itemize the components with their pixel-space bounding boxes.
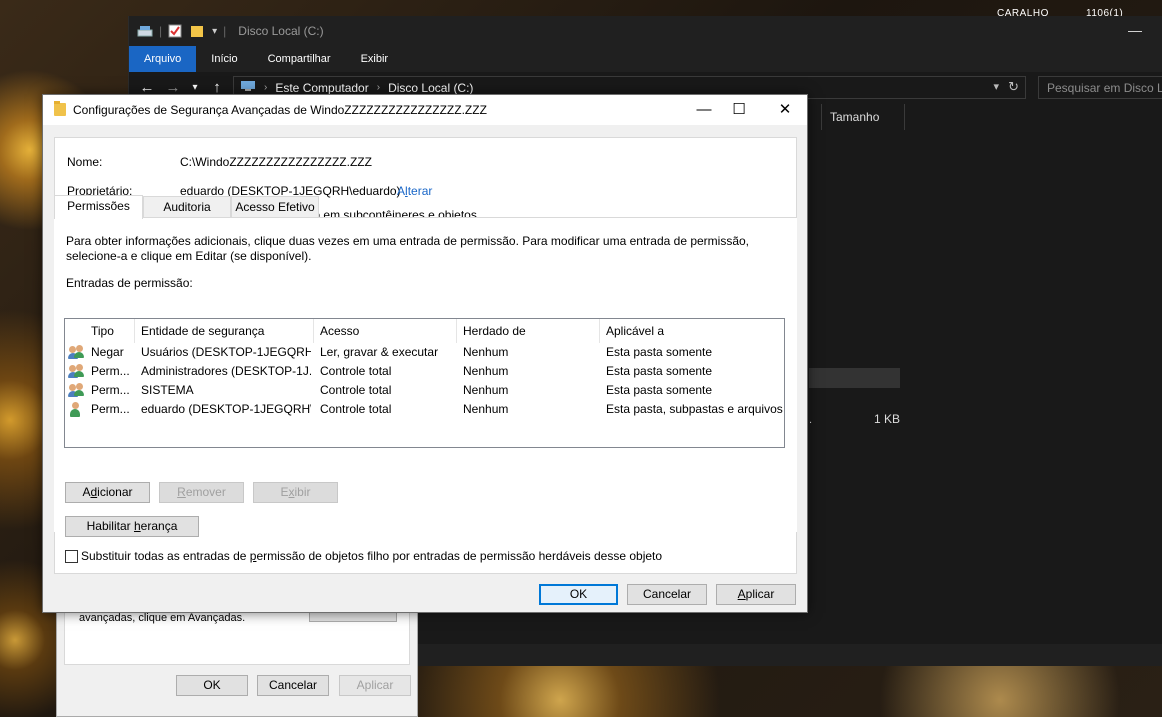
entry-inherited: Nenhum	[463, 402, 509, 416]
entry-access: Controle total	[320, 383, 392, 397]
group-icon	[68, 345, 84, 360]
chevron-down-icon[interactable]: ▾	[993, 80, 999, 93]
properties-apply-button: Aplicar	[339, 675, 411, 696]
tab-auditoria[interactable]: Auditoria	[143, 196, 231, 218]
folder-icon	[54, 101, 66, 116]
column-header-tipo[interactable]: Tipo	[85, 319, 135, 343]
entry-access: Controle total	[320, 402, 392, 416]
entry-access: Ler, gravar & executar	[320, 345, 439, 359]
user-icon	[68, 402, 84, 417]
column-header-aplicavel[interactable]: Aplicável a	[600, 319, 784, 343]
name-label: Nome:	[67, 155, 103, 169]
enable-inheritance-button[interactable]: Habilitar herança	[65, 516, 199, 537]
entry-type: Perm...	[91, 364, 130, 378]
permission-entries-label: Entradas de permissão:	[66, 276, 193, 290]
entry-type: Perm...	[91, 383, 130, 397]
entry-inherited: Nenhum	[463, 383, 509, 397]
close-icon[interactable]: ✕	[775, 100, 795, 120]
table-row[interactable]: Perm... eduardo (DESKTOP-1JEGQRH\... Con…	[65, 400, 784, 419]
dialog-titlebar: Configurações de Segurança Avançadas de …	[43, 95, 807, 125]
view-button: Exibir	[253, 482, 338, 503]
cancel-button[interactable]: Cancelar	[627, 584, 707, 605]
chevron-down-icon[interactable]: ▾	[212, 26, 217, 37]
advanced-security-dialog: Configurações de Segurança Avançadas de …	[42, 94, 808, 613]
group-icon	[68, 383, 84, 398]
ribbon-tab-arquivo[interactable]: Arquivo	[129, 46, 197, 72]
properties-icon[interactable]	[168, 24, 184, 38]
dialog-title: Configurações de Segurança Avançadas de …	[73, 103, 487, 117]
properties-help-text: avançadas, clique em Avançadas.	[79, 612, 246, 624]
entry-principal: Usuários (DESKTOP-1JEGQRH...	[141, 345, 311, 359]
forward-arrow-icon[interactable]: →	[165, 79, 181, 96]
column-header-herdado[interactable]: Herdado de	[457, 319, 600, 343]
ribbon-tab-compartilhar[interactable]: Compartilhar	[253, 46, 346, 72]
file-row-selected[interactable]	[809, 368, 900, 388]
add-button[interactable]: Adicionar	[65, 482, 150, 503]
search-input[interactable]: Pesquisar em Disco Lo	[1038, 76, 1162, 99]
entry-principal: SISTEMA	[141, 383, 194, 397]
entry-principal: Administradores (DESKTOP-1J...	[141, 364, 311, 378]
explorer-title: Disco Local (C:)	[238, 24, 324, 38]
explorer-titlebar: | ▾ | Disco Local (C:)	[129, 16, 1162, 46]
up-arrow-icon[interactable]: ↑	[209, 79, 225, 96]
entry-type: Perm...	[91, 402, 130, 416]
entry-applies: Esta pasta, subpastas e arquivos	[606, 402, 783, 416]
column-header-acesso[interactable]: Acesso	[314, 319, 457, 343]
tab-permissoes[interactable]: Permissões	[54, 195, 143, 219]
permission-entries-list[interactable]: Tipo Entidade de segurança Acesso Herdad…	[64, 318, 785, 448]
replace-children-label[interactable]: Substituir todas as entradas de permissã…	[81, 549, 662, 563]
entry-inherited: Nenhum	[463, 345, 509, 359]
recent-locations-chevron-icon[interactable]: ▾	[191, 82, 199, 93]
ribbon-tab-inicio[interactable]: Início	[196, 46, 252, 72]
info-text-line2: selecione-a e clique em Editar (se dispo…	[66, 249, 312, 263]
tab-acesso-efetivo[interactable]: Acesso Efetivo	[231, 196, 319, 218]
ribbon-tab-exibir[interactable]: Exibir	[346, 46, 404, 72]
breadcrumb-separator-icon: ›	[376, 82, 381, 93]
group-icon	[68, 364, 84, 379]
maximize-icon[interactable]: ☐	[729, 100, 749, 120]
entry-principal: eduardo (DESKTOP-1JEGQRH\...	[141, 402, 311, 416]
permissions-tab-panel: Para obter informações adicionais, cliqu…	[54, 217, 797, 537]
refresh-icon[interactable]: ↻	[1008, 79, 1019, 95]
computer-icon	[240, 80, 256, 95]
column-header-entidade[interactable]: Entidade de segurança	[135, 319, 314, 343]
table-row[interactable]: Negar Usuários (DESKTOP-1JEGQRH... Ler, …	[65, 343, 784, 362]
table-row[interactable]: Perm... Administradores (DESKTOP-1J... C…	[65, 362, 784, 381]
column-header-size[interactable]: Tamanho	[821, 104, 905, 130]
entry-applies: Esta pasta somente	[606, 345, 713, 359]
ok-button[interactable]: OK	[539, 584, 618, 605]
entry-applies: Esta pasta somente	[606, 364, 713, 378]
entry-inherited: Nenhum	[463, 364, 509, 378]
info-text-line1: Para obter informações adicionais, cliqu…	[66, 234, 750, 248]
entry-applies: Esta pasta somente	[606, 383, 713, 397]
minimize-icon[interactable]: —	[1128, 22, 1142, 38]
change-owner-link[interactable]: Alterar	[397, 184, 432, 198]
remove-button: Remover	[159, 482, 244, 503]
breadcrumb-disco-local[interactable]: Disco Local (C:)	[388, 81, 473, 95]
file-name-fragment: .	[809, 414, 813, 426]
name-value: C:\WindoZZZZZZZZZZZZZZZZ.ZZZ	[180, 155, 372, 169]
new-folder-icon[interactable]	[190, 24, 206, 38]
entry-access: Controle total	[320, 364, 392, 378]
ribbon-tabs: Arquivo Início Compartilhar Exibir	[129, 46, 1162, 72]
entry-type: Negar	[91, 345, 124, 359]
file-size-cell: 1 KB	[874, 412, 901, 426]
back-arrow-icon[interactable]: ←	[139, 79, 155, 96]
properties-cancel-button[interactable]: Cancelar	[257, 675, 329, 696]
apply-button[interactable]: Aplicar	[716, 584, 796, 605]
breadcrumb-este-computador[interactable]: Este Computador	[275, 81, 368, 95]
breadcrumb-separator-icon: ›	[264, 82, 268, 93]
minimize-icon[interactable]: —	[694, 100, 714, 120]
table-row[interactable]: Perm... SISTEMA Controle total Nenhum Es…	[65, 381, 784, 400]
replace-children-checkbox[interactable]	[65, 550, 78, 563]
drive-icon[interactable]	[137, 24, 153, 38]
properties-ok-button[interactable]: OK	[176, 675, 248, 696]
